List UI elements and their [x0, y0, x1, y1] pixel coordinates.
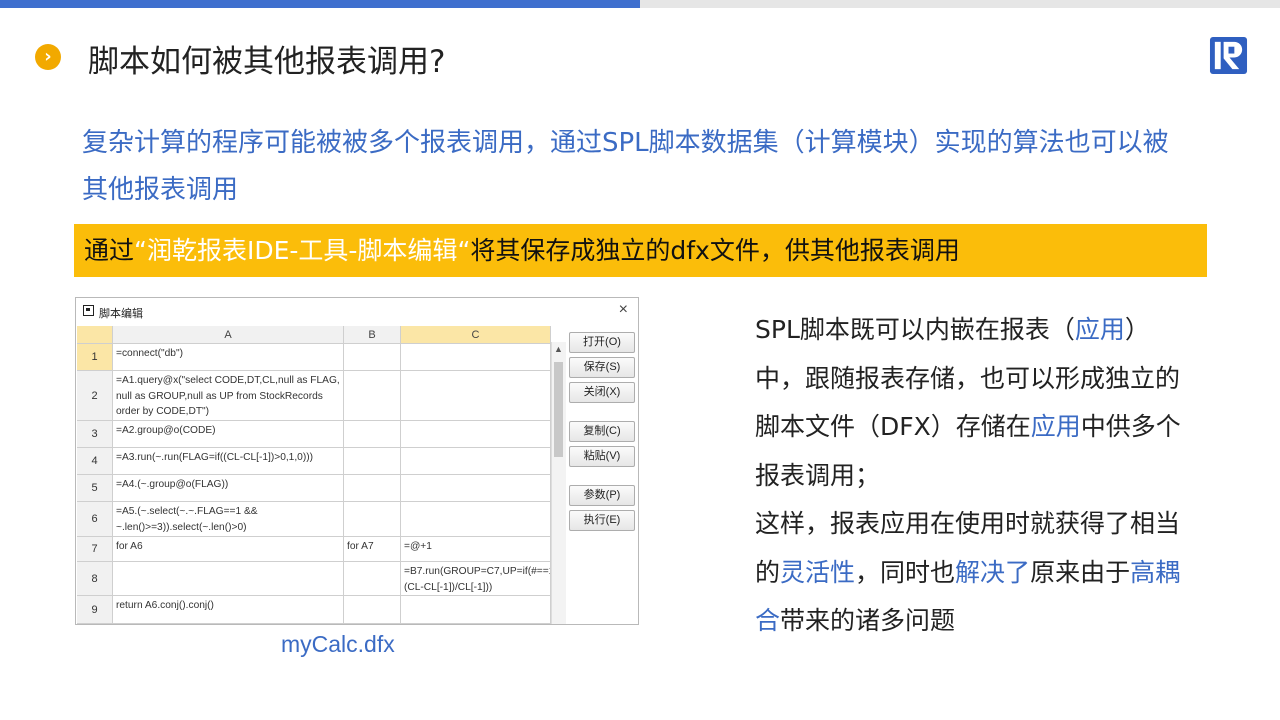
cell-a8[interactable] [113, 562, 344, 596]
runqian-logo-icon [1209, 36, 1248, 75]
column-header-c[interactable]: C [401, 326, 551, 344]
vertical-scrollbar[interactable]: ▲ [551, 342, 566, 624]
side-text: 带来的诸多问题 [780, 606, 956, 635]
cell-b5[interactable] [344, 475, 401, 502]
slide-title: 脚本如何被其他报表调用? [88, 44, 446, 80]
params-button[interactable]: 参数(P) [569, 485, 635, 506]
cell-c3[interactable] [401, 421, 551, 448]
cell-a1[interactable]: =connect("db") [113, 344, 344, 371]
cell-c7[interactable]: =@+1 [401, 537, 551, 562]
cell-c1[interactable] [401, 344, 551, 371]
highlight-banner: 通过“润乾报表IDE-工具-脚本编辑“将其保存成独立的dfx文件，供其他报表调用 [74, 224, 1207, 277]
close-button[interactable]: 关闭(X) [569, 382, 635, 403]
cell-c6[interactable] [401, 502, 551, 537]
cell-a2[interactable]: =A1.query@x("select CODE,DT,CL,null as F… [113, 371, 344, 421]
file-caption: myCalc.dfx [281, 631, 395, 657]
run-button[interactable]: 执行(E) [569, 510, 635, 531]
cell-b3[interactable] [344, 421, 401, 448]
row-header[interactable]: 1 [77, 344, 113, 371]
row-header[interactable]: 4 [77, 448, 113, 475]
row-header[interactable]: 3 [77, 421, 113, 448]
save-button[interactable]: 保存(S) [569, 357, 635, 378]
banner-quoted: 润乾报表IDE-工具-脚本编辑 [146, 236, 458, 265]
chevron-right-icon: › [35, 44, 61, 70]
cell-b2[interactable] [344, 371, 401, 421]
cell-b4[interactable] [344, 448, 401, 475]
cell-c5[interactable] [401, 475, 551, 502]
grid-corner[interactable] [77, 326, 113, 344]
scroll-up-icon[interactable]: ▲ [554, 344, 563, 354]
column-header-b[interactable]: B [344, 326, 401, 344]
highlight-text: 应用 [1030, 412, 1081, 441]
banner-prefix: 通过 [84, 236, 135, 265]
row-header[interactable]: 8 [77, 562, 113, 596]
script-editor-window: 脚本编辑 × A B C 1 =connect("db") 2 =A1.quer… [75, 297, 639, 625]
side-text: ，同时也 [855, 557, 956, 587]
intro-text: 复杂计算的程序可能被被多个报表调用，通过SPL脚本数据集（计算模块）实现的算法也… [82, 128, 1169, 205]
side-paragraph-1: SPL脚本既可以内嵌在报表（应用）中，跟随报表存储，也可以形成独立的脚本文件（D… [755, 306, 1195, 500]
side-text: SPL脚本既可以内嵌在报表（ [755, 315, 1075, 344]
cell-c4[interactable] [401, 448, 551, 475]
row-header[interactable]: 9 [77, 596, 113, 624]
script-grid: A B C 1 =connect("db") 2 =A1.query@x("se… [77, 326, 551, 624]
banner-quote-close: “ [457, 236, 471, 265]
banner-text: 通过“润乾报表IDE-工具-脚本编辑“将其保存成独立的dfx文件，供其他报表调用 [84, 224, 960, 277]
cell-a6[interactable]: =A5.(~.select(~.~.FLAG==1 && ~.len()>=3)… [113, 502, 344, 537]
row-header[interactable]: 2 [77, 371, 113, 421]
side-paragraph-2: 这样，报表应用在使用时就获得了相当的灵活性，同时也解决了原来由于高耦合带来的诸多… [755, 500, 1195, 646]
cell-b9[interactable] [344, 596, 401, 624]
cell-b7[interactable]: for A7 [344, 537, 401, 562]
cell-a5[interactable]: =A4.(~.group@o(FLAG)) [113, 475, 344, 502]
open-button[interactable]: 打开(O) [569, 332, 635, 353]
cell-a7[interactable]: for A6 [113, 537, 344, 562]
scrollbar-thumb[interactable] [554, 362, 563, 457]
cell-c9[interactable] [401, 596, 551, 624]
highlight-text: 应用 [1074, 315, 1125, 344]
cell-a3[interactable]: =A2.group@o(CODE) [113, 421, 344, 448]
row-header[interactable]: 5 [77, 475, 113, 502]
top-accent-bar [0, 0, 640, 8]
copy-button[interactable]: 复制(C) [569, 421, 635, 442]
row-header[interactable]: 7 [77, 537, 113, 562]
side-description: SPL脚本既可以内嵌在报表（应用）中，跟随报表存储，也可以形成独立的脚本文件（D… [755, 306, 1195, 646]
column-header-a[interactable]: A [113, 326, 344, 344]
cell-c2[interactable] [401, 371, 551, 421]
top-gray-bar [640, 0, 1280, 8]
side-text: 原来由于 [1030, 557, 1131, 587]
cell-a4[interactable]: =A3.run(~.run(FLAG=if((CL-CL[-1])>0,1,0)… [113, 448, 344, 475]
highlight-text: 解决了 [955, 557, 1031, 587]
window-titlebar: 脚本编辑 × [76, 298, 638, 325]
close-icon[interactable]: × [619, 301, 628, 319]
cell-c8[interactable]: =B7.run(GROUP=C7,UP=if(#==1,0,(CL-CL[-1]… [401, 562, 551, 596]
cell-b8[interactable] [344, 562, 401, 596]
row-header[interactable]: 6 [77, 502, 113, 537]
cell-a9[interactable]: return A6.conj().conj() [113, 596, 344, 624]
banner-quote-open: “ [134, 236, 147, 265]
highlight-text: 灵活性 [780, 557, 856, 587]
app-icon [83, 305, 94, 316]
window-title: 脚本编辑 [99, 308, 143, 320]
cell-b1[interactable] [344, 344, 401, 371]
paste-button[interactable]: 粘贴(V) [569, 446, 635, 467]
banner-suffix: 将其保存成独立的dfx文件，供其他报表调用 [470, 236, 960, 265]
cell-b6[interactable] [344, 502, 401, 537]
